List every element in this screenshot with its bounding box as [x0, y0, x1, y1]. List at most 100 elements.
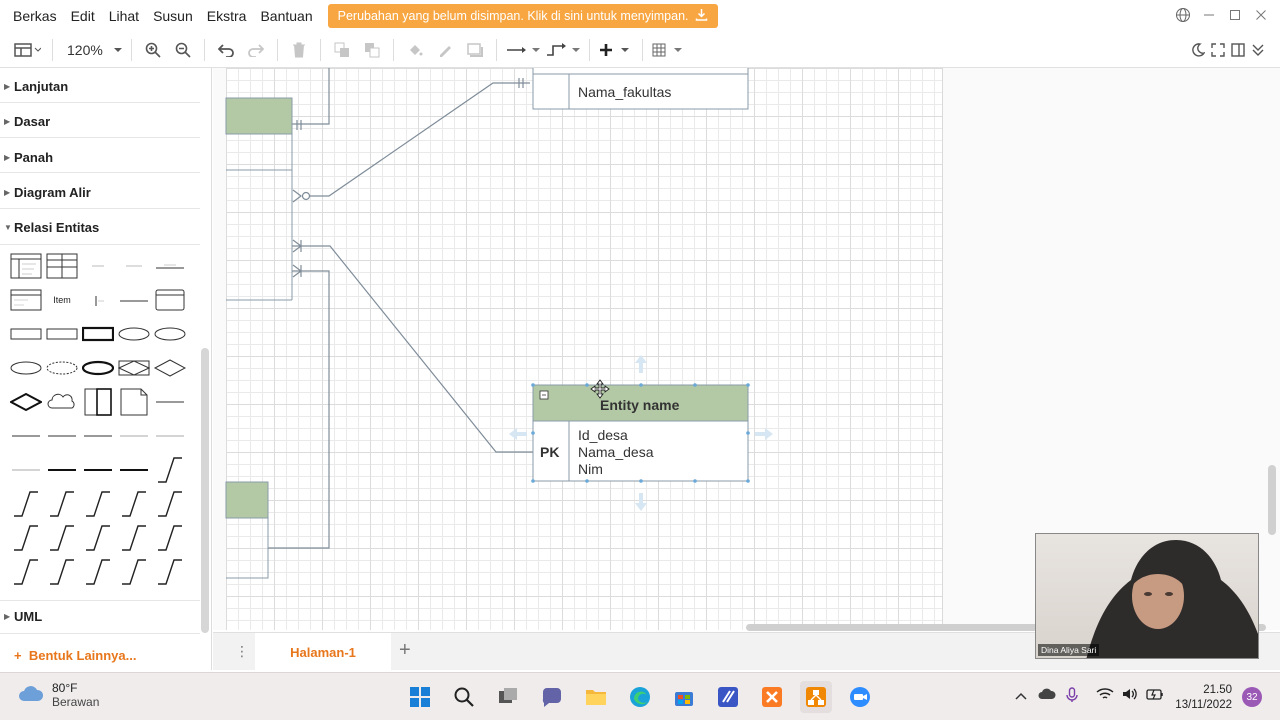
section-dasar[interactable]: ▶ Dasar [0, 106, 200, 136]
shape-key-attr[interactable] [82, 286, 114, 314]
shape-connector-elbow-1[interactable] [154, 456, 186, 484]
shape-weak-entity[interactable] [82, 320, 114, 348]
shape-connector-elbow-10[interactable] [118, 524, 150, 552]
zoom-icon[interactable] [844, 681, 876, 713]
zoom-out-icon[interactable] [168, 36, 198, 64]
shape-line-plain[interactable] [154, 388, 186, 416]
delete-icon[interactable] [284, 36, 314, 64]
shape-attribute[interactable] [118, 320, 150, 348]
shape-connector-elbow-12[interactable] [10, 558, 42, 586]
more-shapes-button[interactable]: + Bentuk Lainnya... [14, 648, 136, 663]
insert-icon[interactable] [596, 36, 636, 64]
shape-connector-elbow-5[interactable] [118, 490, 150, 518]
shape-connector-elbow-4[interactable] [82, 490, 114, 518]
section-lanjutan[interactable]: ▶ Lanjutan [0, 71, 200, 101]
close-icon[interactable] [1248, 4, 1274, 26]
zoom-in-icon[interactable] [138, 36, 168, 64]
shape-cloud[interactable] [46, 388, 78, 416]
redo-icon[interactable] [241, 36, 271, 64]
menu-bantuan[interactable]: Bantuan [253, 8, 319, 24]
sidebar-scrollbar[interactable] [201, 348, 209, 633]
shape-line-attr[interactable] [154, 252, 186, 280]
menu-berkas[interactable]: Berkas [6, 8, 64, 24]
shape-note[interactable] [118, 388, 150, 416]
chevron-down-icon[interactable] [111, 36, 125, 64]
minimize-icon[interactable] [1196, 4, 1222, 26]
waypoints-icon[interactable] [543, 36, 583, 64]
globe-icon[interactable] [1170, 4, 1196, 26]
entity-title[interactable]: Entity name [600, 397, 679, 413]
shape-connector-elbow-15[interactable] [118, 558, 150, 586]
format-panel-icon[interactable] [8, 36, 46, 64]
shape-connector-elbow-3[interactable] [46, 490, 78, 518]
shape-relation-4[interactable] [118, 422, 150, 450]
shape-connector-elbow-16[interactable] [154, 558, 186, 586]
shape-item[interactable]: Item [46, 286, 78, 314]
shape-doc-pair[interactable] [82, 388, 114, 416]
vscode-icon[interactable] [712, 681, 744, 713]
attr-nama-desa[interactable]: Nama_desa [578, 444, 654, 461]
file-explorer-icon[interactable] [580, 681, 612, 713]
entity-pk-label[interactable]: PK [540, 444, 559, 460]
shape-text-small[interactable] [82, 252, 114, 280]
shape-entity-2[interactable] [46, 320, 78, 348]
windows-start-icon[interactable] [404, 681, 436, 713]
shape-multi-attr[interactable] [82, 354, 114, 382]
undo-icon[interactable] [211, 36, 241, 64]
attr-nama-fakultas[interactable]: Nama_fakultas [578, 84, 671, 101]
shape-connector-elbow-11[interactable] [154, 524, 186, 552]
theme-icon[interactable] [1188, 36, 1208, 64]
section-diagram-alir[interactable]: ▶ Diagram Alir [0, 177, 200, 207]
section-uml[interactable]: ▶ UML [0, 601, 200, 631]
connection-icon[interactable] [503, 36, 543, 64]
xampp-icon[interactable] [756, 681, 788, 713]
shape-table-entity[interactable] [10, 252, 42, 280]
shape-connector-elbow-7[interactable] [10, 524, 42, 552]
shape-identifying-rel[interactable] [10, 388, 42, 416]
to-back-icon[interactable] [357, 36, 387, 64]
shape-list-box[interactable] [10, 286, 42, 314]
shape-connector-elbow-6[interactable] [154, 490, 186, 518]
shape-text-attr[interactable] [118, 252, 150, 280]
fullscreen-icon[interactable] [1208, 36, 1228, 64]
unsaved-changes-button[interactable]: Perubahan yang belum disimpan. Klik di s… [327, 4, 718, 28]
fill-color-icon[interactable] [400, 36, 430, 64]
shape-attr-ellipse[interactable] [10, 354, 42, 382]
chevron-up-icon[interactable] [1015, 687, 1027, 703]
weather-widget[interactable]: 80°F Berawan [18, 681, 99, 709]
to-front-icon[interactable] [327, 36, 357, 64]
drawio-icon[interactable] [800, 681, 832, 713]
shape-connector-elbow-14[interactable] [82, 558, 114, 586]
table-icon[interactable] [649, 36, 689, 64]
shape-swimlane[interactable] [154, 286, 186, 314]
shape-connector-elbow-2[interactable] [10, 490, 42, 518]
shape-relation-6[interactable] [10, 456, 42, 484]
chat-icon[interactable] [536, 681, 568, 713]
canvas-vertical-scrollbar[interactable] [1268, 465, 1276, 535]
clock[interactable]: 21.50 13/11/2022 [1170, 683, 1232, 713]
search-icon[interactable] [448, 681, 480, 713]
shape-relation-5[interactable] [154, 422, 186, 450]
shape-assoc-entity[interactable] [118, 354, 150, 382]
menu-lihat[interactable]: Lihat [102, 8, 146, 24]
maximize-icon[interactable] [1222, 4, 1248, 26]
onedrive-icon[interactable] [1038, 687, 1056, 703]
mic-icon[interactable] [1066, 687, 1078, 706]
section-panah[interactable]: ▶ Panah [0, 142, 200, 172]
line-color-icon[interactable] [430, 36, 460, 64]
shape-relation-1[interactable] [10, 422, 42, 450]
shape-connector-elbow-13[interactable] [46, 558, 78, 586]
more-vertical-icon[interactable]: ⋮ [235, 643, 249, 660]
shadow-icon[interactable] [460, 36, 490, 64]
shape-relation-2[interactable] [46, 422, 78, 450]
collapse-icon[interactable] [1248, 36, 1268, 64]
shape-line[interactable] [118, 286, 150, 314]
menu-edit[interactable]: Edit [64, 8, 102, 24]
shape-relation-3[interactable] [82, 422, 114, 450]
shape-connector-elbow-8[interactable] [46, 524, 78, 552]
shape-relation-9[interactable] [118, 456, 150, 484]
task-view-icon[interactable] [492, 681, 524, 713]
shape-relationship[interactable] [154, 354, 186, 382]
store-icon[interactable] [668, 681, 700, 713]
edge-icon[interactable] [624, 681, 656, 713]
